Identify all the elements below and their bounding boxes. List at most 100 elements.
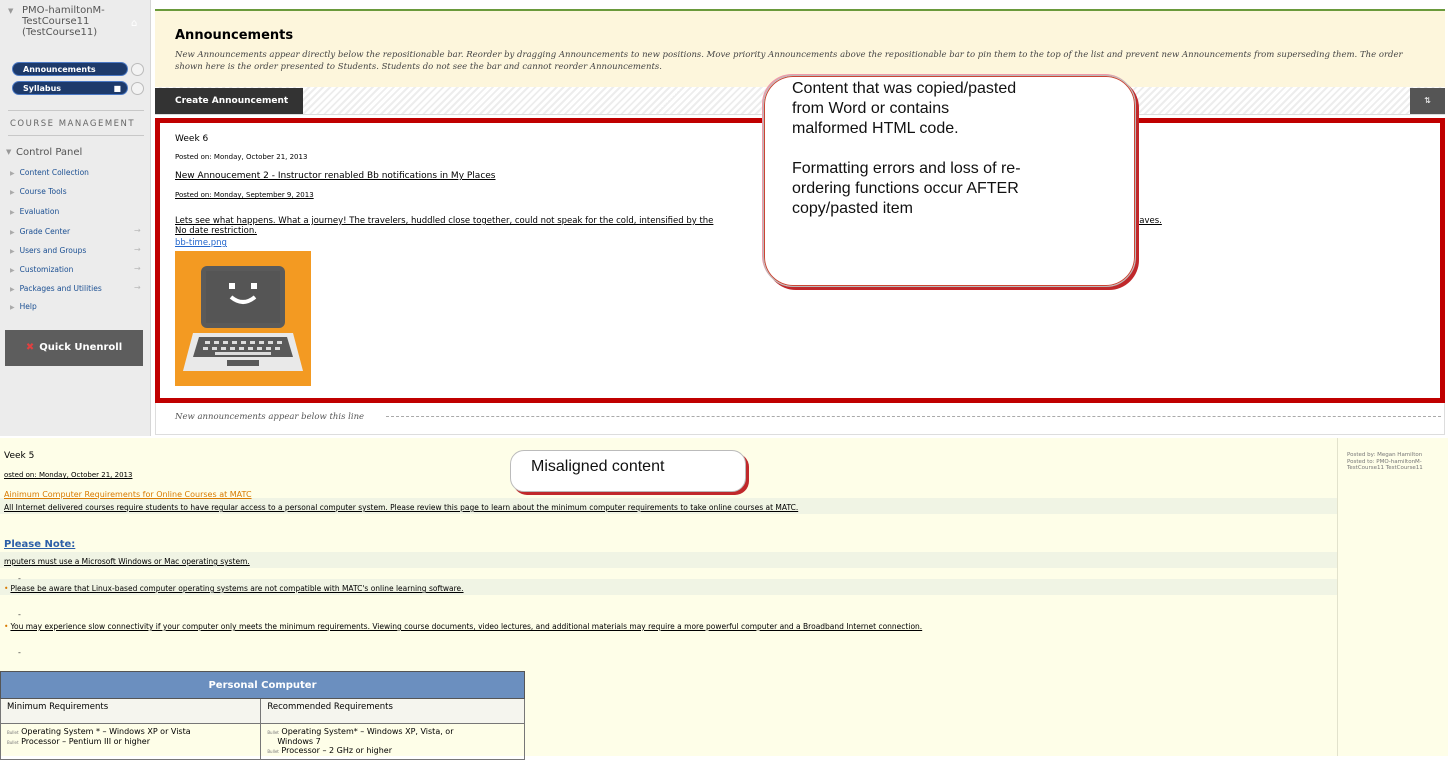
collapse-triangle-icon[interactable]: ▼ [8, 7, 13, 15]
collapse-triangle-icon[interactable]: ▼ [6, 148, 11, 156]
drag-handle-icon[interactable] [131, 63, 144, 76]
requirements-table: Personal Computer Minimum Requirements R… [0, 671, 525, 760]
list-item: Bullet Operating System * – Windows XP o… [7, 727, 254, 737]
control-panel-item-label: Course Tools [19, 187, 67, 196]
sidebar-item-label: Announcements [23, 65, 96, 74]
table-title: Personal Computer [0, 671, 525, 699]
expand-arrow-icon: ▶ [10, 209, 15, 216]
attachment-link[interactable]: bb-time.png [175, 238, 227, 248]
callout-line: copy/pasted item [792, 200, 913, 217]
column-header: Recommended Requirements [260, 698, 525, 724]
expand-arrow-icon: ▶ [10, 267, 15, 274]
dash-marker: - [18, 648, 21, 657]
reposition-bar-label: New announcements appear below this line [175, 412, 365, 422]
callout-text: Misaligned content [531, 458, 665, 475]
column-header: Minimum Requirements [0, 698, 262, 724]
callout-line: Formatting errors and loss of re- [792, 160, 1021, 177]
callout-line: ordering functions occur AFTER [792, 180, 1019, 197]
page-description: New Announcements appear directly below … [175, 50, 1403, 72]
course-title-line: (TestCourse11) [22, 27, 98, 38]
table-cell: Bullet Operating System * – Windows XP o… [0, 723, 262, 760]
course-management-heading: COURSE MANAGEMENT [10, 119, 136, 129]
control-panel-item-label: Evaluation [19, 207, 60, 216]
laptop-image [175, 251, 311, 386]
quick-unenroll-button[interactable]: ✖ Quick Unenroll [5, 330, 143, 366]
table-cell: Bullet Operating System* – Windows XP, V… [260, 723, 525, 760]
expand-arrow-icon: ▶ [10, 286, 15, 293]
annotation-callout: Content that was copied/pasted from Word… [763, 75, 1136, 287]
control-panel-item-content-collection[interactable]: ▶ Content Collection [10, 168, 89, 177]
sidebar-divider [8, 135, 144, 136]
control-panel-item-users-and-groups[interactable]: ▶ Users and Groups [10, 246, 86, 255]
expand-arrow-icon: ▶ [10, 248, 15, 255]
bullet-icon: • [4, 622, 9, 631]
announcement-text: • Please be aware that Linux-based comput… [4, 584, 464, 593]
flyout-arrow-icon[interactable]: → [134, 245, 141, 254]
list-item-text: Operating System* – Windows XP, Vista, o… [281, 727, 454, 736]
control-panel-item-label: Customization [19, 265, 74, 274]
expand-arrow-icon: ▶ [10, 170, 15, 177]
announcement-text-span: You may experience slow connectivity if … [10, 622, 923, 631]
bullet-tag: Bullet [7, 730, 19, 735]
course-title[interactable]: PMO-hamiltonM- TestCourse11 (TestCourse1… [22, 5, 127, 38]
control-panel-heading[interactable]: Control Panel [16, 147, 82, 158]
reposition-dashed-line [386, 416, 1441, 417]
sidebar-item-announcements[interactable]: Announcements [12, 62, 128, 76]
list-item: Bullet Processor – Pentium III or higher [7, 737, 254, 747]
control-panel-item-course-tools[interactable]: ▶ Course Tools [10, 187, 67, 196]
list-item-text: Processor – 2 GHz or higher [281, 746, 392, 755]
sidebar-item-label: Syllabus [23, 84, 62, 93]
posted-date: osted on: Monday, October 21, 2013 [4, 471, 133, 479]
flyout-arrow-icon[interactable]: → [134, 226, 141, 235]
announcement-title: Veek 5 [4, 451, 35, 461]
announcement-text-span: Please be aware that Linux-based compute… [10, 584, 464, 593]
expand-arrow-icon: ▶ [10, 304, 15, 311]
announcement-text: • You may experience slow connectivity if… [4, 622, 922, 631]
announcement-title: Week 6 [175, 134, 209, 144]
announcement-meta: Posted by: Megan Hamilton Posted to: PMO… [1347, 452, 1447, 472]
control-panel-item-packages-and-utilities[interactable]: ▶ Packages and Utilities [10, 284, 102, 293]
flyout-arrow-icon[interactable]: → [134, 283, 141, 292]
flyout-arrow-icon[interactable]: → [134, 264, 141, 273]
announcement-text: mputers must use a Microsoft Windows or … [4, 557, 250, 566]
control-panel-item-label: Users and Groups [19, 246, 87, 255]
callout-line: malformed HTML code. [792, 120, 959, 137]
list-item-continuation: Windows 7 [277, 737, 321, 746]
document-icon: ■ [113, 84, 121, 93]
control-panel-item-evaluation[interactable]: ▶ Evaluation [10, 207, 59, 216]
expand-arrow-icon: ▶ [10, 229, 15, 236]
callout-line: from Word or contains [792, 100, 950, 117]
quick-unenroll-label: Quick Unenroll [39, 342, 123, 353]
announcement-link[interactable]: New Annoucement 2 - Instructor renabled … [175, 171, 496, 181]
dash-marker: - [18, 610, 21, 619]
callout-text: Content that was copied/pasted from Word… [792, 79, 1122, 219]
announcement-text: All Internet delivered courses require s… [4, 503, 799, 512]
control-panel-item-customization[interactable]: ▶ Customization [10, 265, 73, 274]
course-title-line: TestCourse11 [22, 16, 90, 27]
list-item-text: Operating System * – Windows XP or Vista [21, 727, 191, 736]
control-panel-item-label: Content Collection [19, 168, 89, 177]
bullet-tag: Bullet [267, 730, 279, 735]
sidebar-item-syllabus[interactable]: Syllabus ■ [12, 81, 128, 95]
control-panel-item-label: Grade Center [19, 227, 71, 236]
sort-button[interactable]: ⇅ [1410, 88, 1445, 114]
page-title: Announcements [175, 28, 294, 43]
list-item: Bullet Processor – 2 GHz or higher [267, 746, 518, 756]
bullet-tag: Bullet [7, 740, 19, 745]
requirements-link[interactable]: Ainimum Computer Requirements for Online… [4, 490, 252, 499]
control-panel-item-label: Help [19, 302, 37, 311]
callout-line: Content that was copied/pasted [792, 80, 1017, 97]
control-panel-item-grade-center[interactable]: ▶ Grade Center [10, 227, 70, 236]
create-announcement-button[interactable]: Create Announcement [155, 88, 303, 114]
list-item: Bullet Operating System* – Windows XP, V… [267, 727, 518, 737]
posted-date: Posted on: Monday, October 21, 2013 [175, 153, 308, 161]
posted-date: Posted on: Monday, September 9, 2013 [175, 191, 314, 199]
drag-handle-icon[interactable] [131, 82, 144, 95]
meta-line: TestCourse11 TestCourse11 [1347, 465, 1423, 471]
control-panel-item-help[interactable]: ▶ Help [10, 302, 37, 311]
course-title-line: PMO-hamiltonM- [22, 5, 105, 16]
home-icon[interactable]: ⌂ [131, 18, 141, 29]
dash-marker: - [18, 574, 21, 583]
bullet-icon: • [4, 584, 9, 593]
control-panel-item-label: Packages and Utilities [19, 284, 102, 293]
